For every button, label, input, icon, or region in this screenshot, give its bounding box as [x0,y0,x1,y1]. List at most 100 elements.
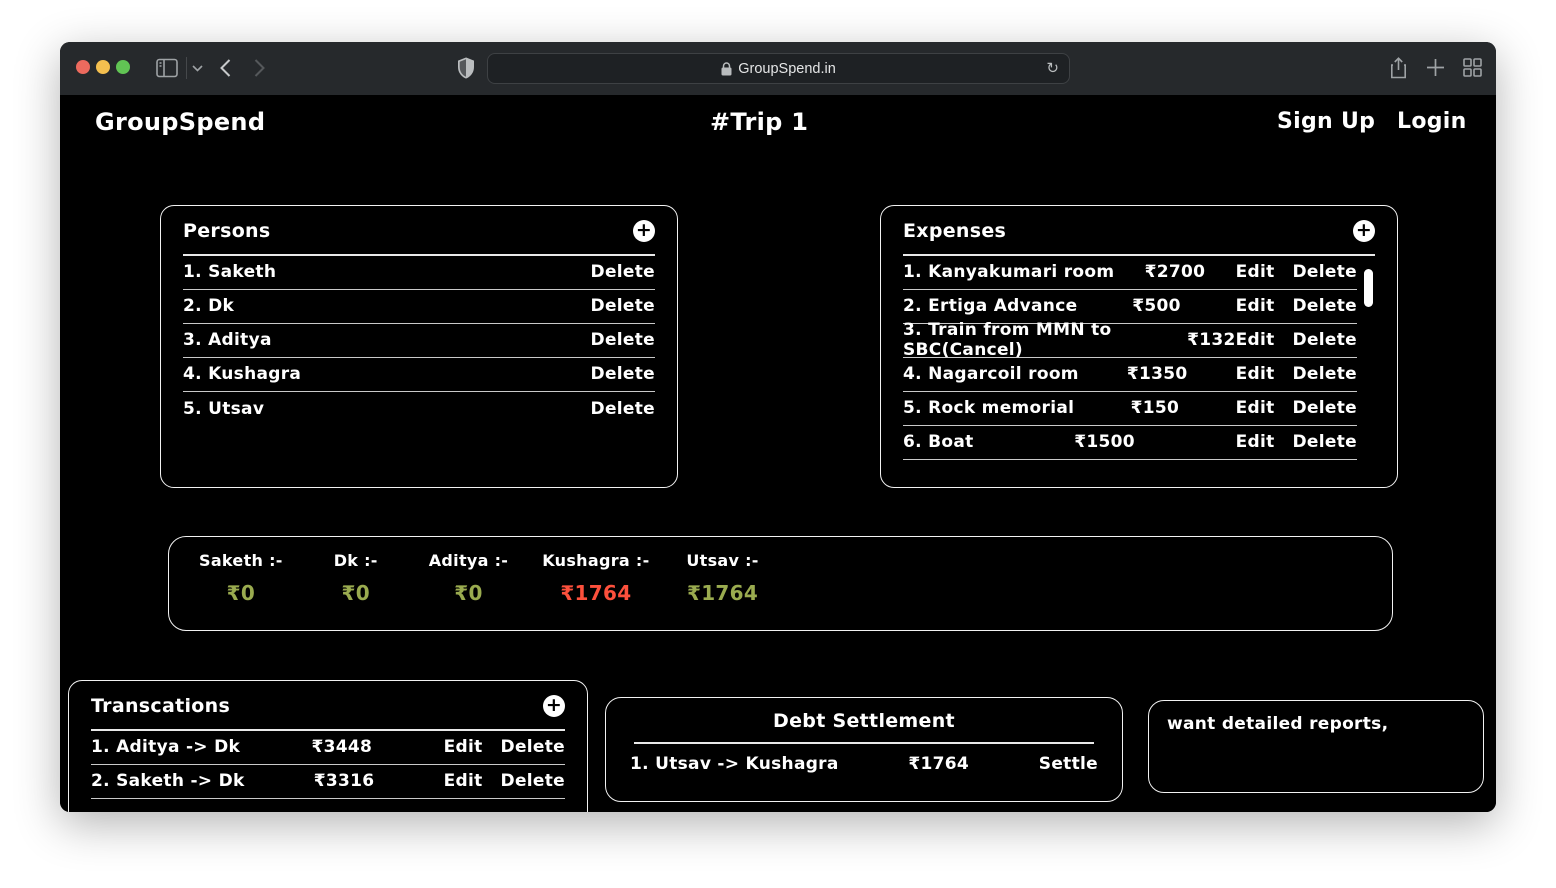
expense-amount: ₹132 [1187,330,1236,350]
trip-title: #Trip 1 [710,108,808,136]
tab-overview-icon[interactable] [1463,58,1482,77]
balance-item: Kushagra :- ₹1764 [542,551,649,605]
add-expense-icon[interactable]: + [1353,220,1375,242]
share-icon[interactable] [1390,57,1407,79]
expense-amount: ₹1350 [1127,364,1188,384]
balance-person-name: Utsav :- [684,551,762,570]
expense-name: 6. Boat [903,432,974,452]
balance-person-name: Kushagra :- [542,551,649,570]
person-row: 4. Kushagra Delete [183,358,655,392]
url-text: GroupSpend.in [738,61,836,77]
close-window-button[interactable] [76,60,90,74]
delete-expense-button[interactable]: Delete [1293,330,1357,350]
balance-item: Utsav :- ₹1764 [684,551,762,605]
transactions-title: Transcations [91,695,230,717]
balance-amount: ₹0 [317,581,395,605]
balance-item: Aditya :- ₹0 [429,551,509,605]
address-bar[interactable]: GroupSpend.in ↻ [487,53,1070,84]
transaction-name: 1. Aditya -> Dk [91,737,240,757]
person-row: 3. Aditya Delete [183,324,655,358]
browser-toolbar: GroupSpend.in ↻ [60,42,1496,95]
person-row: 2. Dk Delete [183,290,655,324]
expense-name: 3. Train from MMN to SBC(Cancel) [903,320,1187,360]
expense-name: 4. Nagarcoil room [903,364,1079,384]
expense-name: 2. Ertiga Advance [903,296,1077,316]
person-name: 1. Saketh [183,262,276,282]
balances-panel: Saketh :- ₹0 Dk :- ₹0 Aditya :- ₹0 Kusha… [168,536,1393,631]
delete-expense-button[interactable]: Delete [1293,398,1357,418]
reports-text: want detailed reports, [1167,714,1465,734]
person-name: 5. Utsav [183,399,264,419]
person-name: 2. Dk [183,296,234,316]
expense-row: 6. Boat ₹1500 Edit Delete [903,426,1357,460]
privacy-shield-icon[interactable] [457,57,475,79]
reports-panel: want detailed reports, [1148,700,1484,793]
person-name: 3. Aditya [183,330,272,350]
sidebar-icon[interactable] [156,58,178,78]
delete-expense-button[interactable]: Delete [1293,296,1357,316]
transaction-amount: ₹3316 [314,771,375,791]
balance-item: Saketh :- ₹0 [199,551,283,605]
edit-expense-button[interactable]: Edit [1236,296,1275,316]
delete-person-button[interactable]: Delete [591,364,655,384]
transactions-panel: Transcations + 1. Aditya -> Dk ₹3448 Edi… [68,680,588,812]
expense-row: 3. Train from MMN to SBC(Cancel) ₹132 Ed… [903,324,1357,358]
chevron-down-icon[interactable] [192,65,203,72]
expenses-scrollbar[interactable] [1364,269,1373,307]
lock-icon [721,62,732,76]
balance-amount: ₹0 [199,581,283,605]
edit-expense-button[interactable]: Edit [1236,262,1275,282]
minimize-window-button[interactable] [96,60,110,74]
delete-person-button[interactable]: Delete [591,330,655,350]
login-link[interactable]: Login [1397,109,1467,134]
expense-amount: ₹2700 [1145,262,1206,282]
balance-item: Dk :- ₹0 [317,551,395,605]
delete-expense-button[interactable]: Delete [1293,432,1357,452]
person-row: 1. Saketh Delete [183,256,655,290]
debt-settlement-title: Debt Settlement [606,698,1122,732]
edit-transaction-button[interactable]: Edit [444,771,483,791]
person-name: 4. Kushagra [183,364,301,384]
new-tab-icon[interactable] [1426,58,1445,77]
add-person-icon[interactable]: + [633,220,655,242]
person-row: 5. Utsav Delete [183,392,655,426]
zoom-window-button[interactable] [116,60,130,74]
edit-expense-button[interactable]: Edit [1236,330,1275,350]
toolbar-divider [186,57,187,79]
expenses-title: Expenses [903,220,1006,242]
delete-expense-button[interactable]: Delete [1293,364,1357,384]
expense-row: 4. Nagarcoil room ₹1350 Edit Delete [903,358,1357,392]
transaction-row: 2. Saketh -> Dk ₹3316 Edit Delete [91,765,565,799]
page-content: GroupSpend #Trip 1 Sign Up Login Persons… [60,95,1496,812]
delete-transaction-button[interactable]: Delete [501,737,565,757]
back-button[interactable] [220,59,231,77]
settlement-row: 1. Utsav -> Kushagra ₹1764 Settle [630,744,1098,784]
forward-button[interactable] [254,59,265,77]
delete-expense-button[interactable]: Delete [1293,262,1357,282]
delete-person-button[interactable]: Delete [591,296,655,316]
delete-transaction-button[interactable]: Delete [501,771,565,791]
balance-amount: ₹0 [429,581,509,605]
balance-amount: ₹1764 [684,581,762,605]
add-transaction-icon[interactable]: + [543,695,565,717]
expense-name: 1. Kanyakumari room [903,262,1114,282]
app-logo: GroupSpend [95,108,265,136]
settle-button[interactable]: Settle [1039,754,1098,774]
edit-transaction-button[interactable]: Edit [444,737,483,757]
signup-link[interactable]: Sign Up [1277,109,1375,134]
balance-person-name: Aditya :- [429,551,509,570]
expense-amount: ₹500 [1132,296,1181,316]
delete-person-button[interactable]: Delete [591,399,655,419]
edit-expense-button[interactable]: Edit [1236,364,1275,384]
expenses-panel: Expenses + 1. Kanyakumari room ₹2700 Edi… [880,205,1398,488]
expense-row: 5. Rock memorial ₹150 Edit Delete [903,392,1357,426]
browser-window: GroupSpend.in ↻ Grou [60,42,1496,812]
reload-icon[interactable]: ↻ [1046,59,1059,77]
balance-person-name: Dk :- [317,551,395,570]
balance-person-name: Saketh :- [199,551,283,570]
expense-row: 2. Ertiga Advance ₹500 Edit Delete [903,290,1357,324]
edit-expense-button[interactable]: Edit [1236,398,1275,418]
delete-person-button[interactable]: Delete [591,262,655,282]
edit-expense-button[interactable]: Edit [1236,432,1275,452]
transaction-name: 2. Saketh -> Dk [91,771,245,791]
